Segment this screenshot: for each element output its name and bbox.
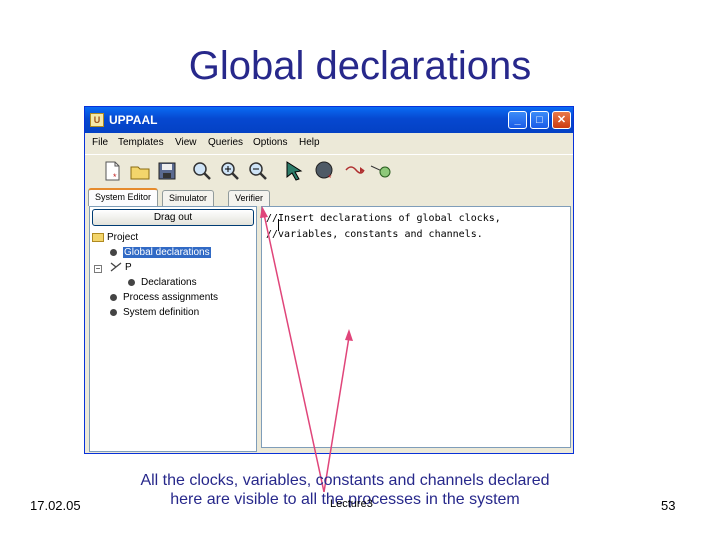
slide-page-number: 53 — [661, 498, 676, 513]
tree-bullet-icon — [110, 293, 117, 301]
tree-item-global-declarations[interactable]: Global declarations — [110, 247, 211, 258]
template-icon — [110, 262, 122, 272]
menu-help[interactable]: Help — [299, 137, 320, 148]
select-arrow-icon[interactable] — [284, 160, 306, 182]
collapse-toggle[interactable]: − — [94, 265, 102, 273]
slide-lecture: Lecture3 — [330, 498, 373, 510]
menu-view[interactable]: View — [175, 137, 197, 148]
menu-file[interactable]: File — [92, 137, 108, 148]
uppaal-app-icon: U — [90, 113, 104, 127]
annotation-note-line1: All the clocks, variables, constants and… — [140, 472, 550, 489]
tree-bullet-icon — [110, 248, 117, 256]
tree-bullet-icon — [110, 308, 117, 316]
add-nail-icon[interactable] — [370, 160, 392, 182]
slide-title: Global declarations — [188, 44, 532, 88]
new-document-icon[interactable]: * — [101, 160, 123, 182]
tab-bar: System Editor Simulator Verifier — [85, 188, 573, 206]
menu-options[interactable]: Options — [253, 137, 287, 148]
zoom-out-icon[interactable] — [247, 160, 269, 182]
slide-date: 17.02.05 — [30, 498, 81, 513]
tree-item-system-definition[interactable]: System definition — [110, 307, 199, 318]
menu-bar: File Templates View Queries Options Help — [85, 133, 573, 153]
svg-text:*: * — [113, 172, 117, 182]
tree-item-template-p[interactable]: P — [110, 262, 132, 273]
tree-label-declarations: Declarations — [141, 277, 197, 288]
menu-queries[interactable]: Queries — [208, 137, 243, 148]
toolbar: * * — [85, 154, 573, 188]
project-tree-panel: Drag out Project Global declarations − P… — [89, 206, 257, 452]
save-disk-icon[interactable] — [156, 160, 178, 182]
tree-label-global-declarations: Global declarations — [123, 247, 211, 258]
minimize-button[interactable]: _ — [508, 111, 527, 129]
editor-line: //variables, constants and channels. — [266, 229, 483, 240]
tab-verifier[interactable]: Verifier — [228, 190, 271, 206]
text-cursor — [278, 219, 279, 231]
add-edge-icon[interactable] — [344, 160, 366, 182]
title-bar[interactable]: U UPPAAL _ □ ✕ — [85, 107, 573, 133]
window-title: UPPAAL — [109, 113, 158, 127]
tree-item-declarations[interactable]: Declarations — [128, 277, 197, 288]
editor-line: //Insert declarations of global clocks, — [266, 213, 501, 224]
svg-text:*: * — [328, 173, 332, 182]
menu-templates[interactable]: Templates — [118, 137, 164, 148]
tab-system-editor[interactable]: System Editor — [88, 188, 159, 206]
uppaal-window: U UPPAAL _ □ ✕ File Templates View Queri… — [84, 106, 574, 454]
tree-bullet-icon — [128, 278, 135, 286]
declarations-editor[interactable]: //Insert declarations of global clocks, … — [261, 206, 571, 448]
close-button[interactable]: ✕ — [552, 111, 571, 129]
zoom-icon[interactable] — [191, 160, 213, 182]
tree-label-template-p: P — [125, 262, 132, 273]
tab-simulator[interactable]: Simulator — [162, 190, 215, 206]
tree-label-system-definition: System definition — [123, 307, 200, 318]
tree-item-process-assignments[interactable]: Process assignments — [110, 292, 218, 303]
maximize-button[interactable]: □ — [530, 111, 549, 129]
add-location-icon[interactable]: * — [314, 160, 336, 183]
zoom-in-icon[interactable] — [219, 160, 241, 182]
drag-out-button[interactable]: Drag out — [92, 209, 254, 226]
tree-item-project[interactable]: Project — [92, 232, 138, 243]
tree-label-process-assignments: Process assignments — [123, 292, 219, 303]
tree-label-project: Project — [107, 232, 139, 243]
folder-icon — [92, 232, 104, 242]
open-folder-icon[interactable] — [129, 160, 151, 182]
